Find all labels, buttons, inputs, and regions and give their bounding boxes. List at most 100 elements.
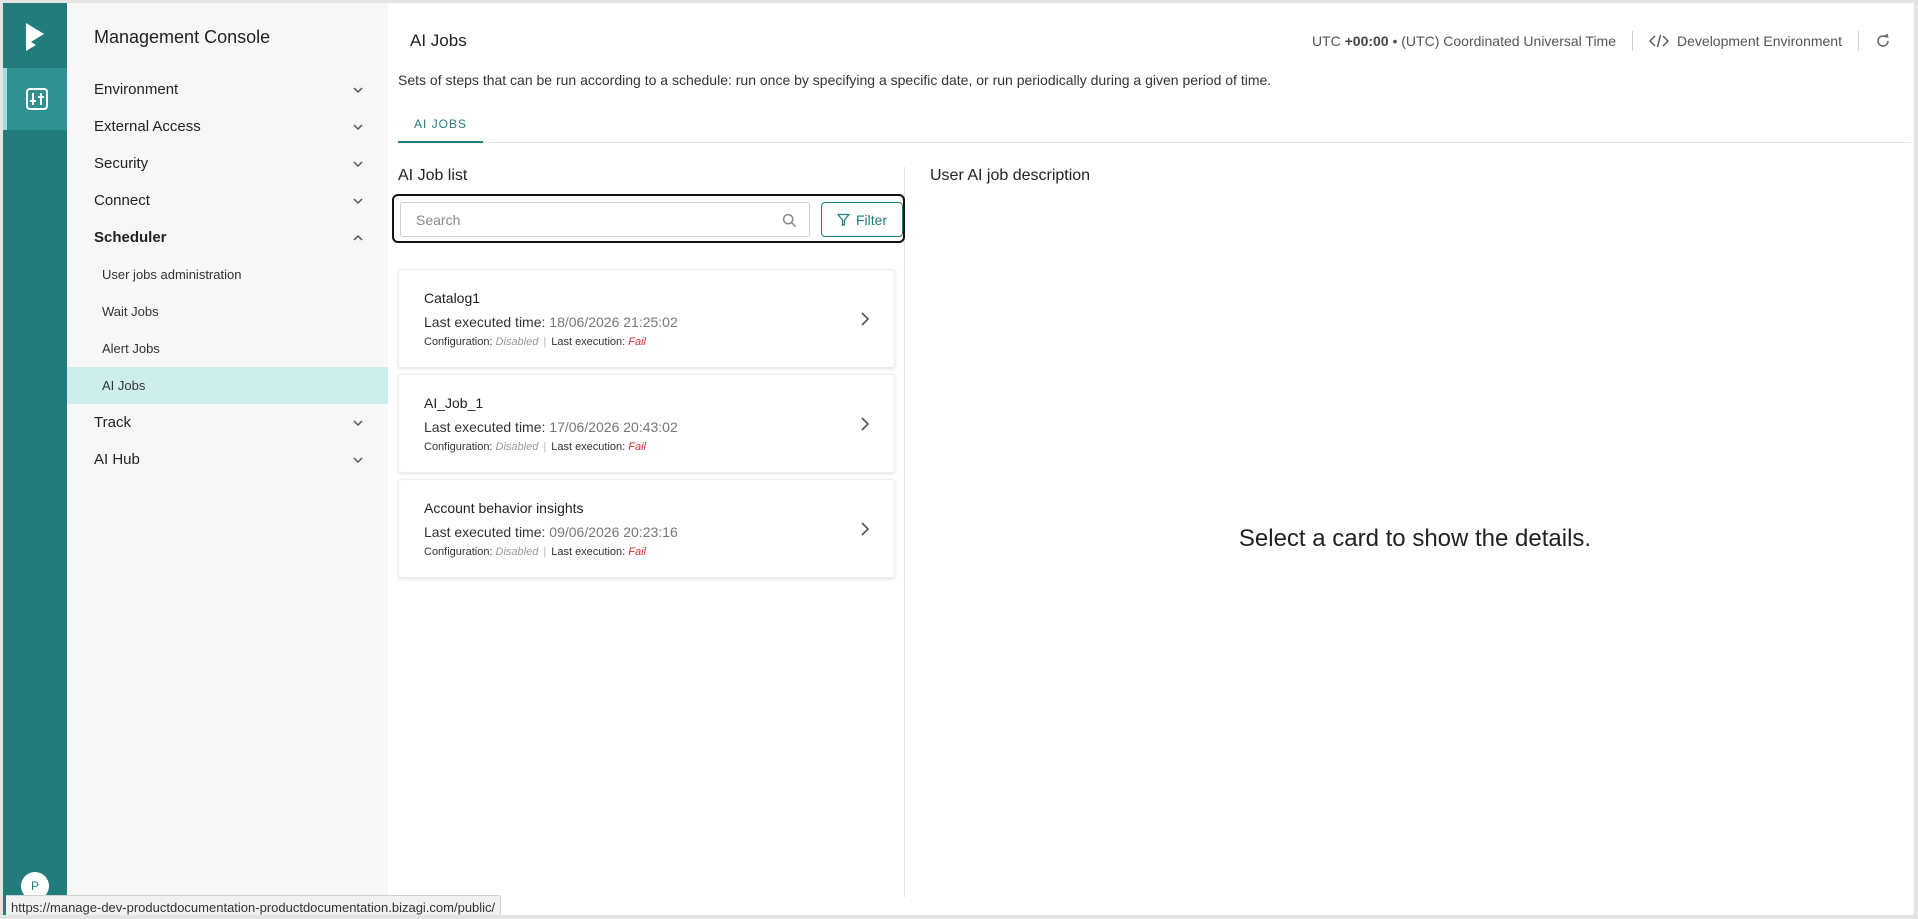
sidebar-nav: Environment External Access Security Con… bbox=[67, 71, 388, 478]
sidebar-subitem-label: User jobs administration bbox=[102, 267, 242, 282]
sidebar-item-label: Security bbox=[94, 155, 149, 172]
management-console-rail-button[interactable] bbox=[3, 68, 67, 130]
job-card-title: AI_Job_1 bbox=[424, 395, 484, 411]
filter-button[interactable]: Filter bbox=[821, 202, 903, 237]
sidebar-item-label: Track bbox=[94, 414, 131, 431]
search-input[interactable] bbox=[401, 203, 761, 236]
tab-ai-jobs[interactable]: AI JOBS bbox=[398, 109, 484, 143]
job-card-title: Account behavior insights bbox=[424, 500, 584, 516]
chevron-right-icon bbox=[861, 522, 870, 536]
job-list-panel: AI Job list Filter bbox=[388, 167, 905, 897]
chevron-down-icon bbox=[353, 197, 363, 204]
exec-label: Last execution: bbox=[551, 336, 629, 348]
sidebar-item-ai-hub[interactable]: AI Hub bbox=[67, 441, 388, 478]
time-value: 18/06/2026 21:25:02 bbox=[549, 314, 678, 330]
chevron-down-icon bbox=[353, 419, 363, 426]
divider bbox=[1632, 31, 1634, 51]
filter-label: Filter bbox=[855, 211, 888, 228]
sidebar-subitem-user-jobs-administration[interactable]: User jobs administration bbox=[67, 256, 388, 293]
sidebar-item-connect[interactable]: Connect bbox=[67, 182, 388, 219]
sidebar-item-label: Scheduler bbox=[94, 229, 167, 246]
config-value: Disabled bbox=[495, 546, 539, 558]
sidebar-item-environment[interactable]: Environment bbox=[67, 71, 388, 108]
filter-icon bbox=[837, 213, 850, 226]
sidebar-subitem-wait-jobs[interactable]: Wait Jobs bbox=[67, 293, 388, 330]
sidebar: Management Console Environment External … bbox=[67, 3, 388, 915]
job-card-meta: Configuration: Disabled | Last execution: … bbox=[424, 336, 646, 348]
time-value: 09/06/2026 20:23:16 bbox=[549, 524, 678, 540]
job-card[interactable]: Account behavior insights Last executed … bbox=[398, 479, 895, 578]
chevron-right-icon bbox=[861, 312, 870, 326]
exec-value: Fail bbox=[628, 441, 647, 453]
job-card[interactable]: AI_Job_1 Last executed time: 17/06/2026 … bbox=[398, 374, 895, 473]
sidebar-item-label: External Access bbox=[94, 118, 201, 135]
panel-divider bbox=[904, 167, 905, 897]
meta-separator: | bbox=[543, 336, 547, 348]
config-value: Disabled bbox=[495, 441, 539, 453]
job-card-meta: Configuration: Disabled | Last execution: … bbox=[424, 441, 646, 453]
chevron-up-icon bbox=[353, 234, 363, 241]
chevron-down-icon bbox=[353, 86, 363, 93]
environment-label: Development Environment bbox=[1677, 33, 1842, 49]
job-cards: Catalog1 Last executed time: 18/06/2026 … bbox=[398, 269, 895, 584]
sidebar-subitem-label: Wait Jobs bbox=[102, 304, 159, 319]
meta-separator: | bbox=[543, 546, 547, 558]
exec-value: Fail bbox=[628, 546, 647, 558]
timezone-prefix: UTC bbox=[1311, 33, 1345, 49]
divider bbox=[1858, 31, 1859, 51]
job-card-time: Last executed time: 09/06/2026 20:23:16 bbox=[424, 524, 678, 540]
timezone-offset: +00:00 bbox=[1344, 33, 1389, 49]
sidebar-subitem-label: AI Jobs bbox=[102, 378, 146, 393]
sidebar-item-security[interactable]: Security bbox=[67, 145, 388, 182]
chevron-right-icon bbox=[861, 417, 870, 431]
sidebar-subitem-alert-jobs[interactable]: Alert Jobs bbox=[67, 330, 388, 367]
time-label: Last executed time: bbox=[424, 524, 550, 540]
detail-title: User AI job description bbox=[930, 167, 1091, 184]
time-label: Last executed time: bbox=[424, 314, 550, 330]
sidebar-subitem-label: Alert Jobs bbox=[102, 341, 160, 356]
config-label: Configuration: bbox=[424, 336, 496, 348]
timezone-name: • (UTC) Coordinated Universal Time bbox=[1388, 33, 1617, 49]
search-box bbox=[400, 202, 810, 237]
sidebar-item-external-access[interactable]: External Access bbox=[67, 108, 388, 145]
job-list-title: AI Job list bbox=[398, 167, 468, 184]
job-card-meta: Configuration: Disabled | Last execution: … bbox=[424, 546, 646, 558]
time-value: 17/06/2026 20:43:02 bbox=[549, 419, 678, 435]
sidebar-item-label: AI Hub bbox=[94, 451, 140, 468]
job-card[interactable]: Catalog1 Last executed time: 18/06/2026 … bbox=[398, 269, 895, 368]
search-icon[interactable] bbox=[782, 213, 797, 228]
job-card-title: Catalog1 bbox=[424, 290, 481, 306]
sidebar-title: Management Console bbox=[94, 27, 271, 47]
config-label: Configuration: bbox=[424, 441, 496, 453]
sidebar-item-track[interactable]: Track bbox=[67, 404, 388, 441]
sliders-icon bbox=[26, 88, 48, 110]
chevron-down-icon bbox=[353, 456, 363, 463]
page-description: Sets of steps that can be run according … bbox=[398, 72, 1272, 88]
meta-separator: | bbox=[543, 441, 547, 453]
app-window: P Management Console Environment Externa… bbox=[0, 0, 1918, 919]
job-detail-panel: User AI job description Select a card to… bbox=[930, 167, 1900, 897]
config-label: Configuration: bbox=[424, 546, 496, 558]
page-title: AI Jobs bbox=[410, 31, 467, 50]
refresh-icon[interactable] bbox=[1875, 33, 1891, 49]
sidebar-item-label: Environment bbox=[94, 81, 179, 98]
search-toolbar: Filter bbox=[392, 194, 905, 243]
main-content: AI Jobs UTC +00:00 • (UTC) Coordinated U… bbox=[388, 3, 1914, 915]
config-value: Disabled bbox=[495, 336, 539, 348]
chevron-down-icon bbox=[353, 123, 363, 130]
empty-state-message: Select a card to show the details. bbox=[1238, 525, 1592, 552]
brand-logo-icon[interactable] bbox=[23, 21, 47, 51]
status-bar-url: https://manage-dev-productdocumentation-… bbox=[6, 895, 502, 915]
sidebar-subitem-ai-jobs[interactable]: AI Jobs bbox=[67, 367, 388, 404]
exec-value: Fail bbox=[628, 336, 647, 348]
exec-label: Last execution: bbox=[551, 441, 629, 453]
job-card-time: Last executed time: 18/06/2026 21:25:02 bbox=[424, 314, 678, 330]
chevron-down-icon bbox=[353, 160, 363, 167]
code-icon bbox=[1649, 34, 1670, 48]
tab-bar: AI JOBS bbox=[398, 109, 1911, 143]
sidebar-item-scheduler[interactable]: Scheduler bbox=[67, 219, 388, 256]
job-card-time: Last executed time: 17/06/2026 20:43:02 bbox=[424, 419, 678, 435]
sidebar-item-label: Connect bbox=[94, 192, 150, 209]
environment-selector[interactable]: Development Environment bbox=[1649, 33, 1842, 49]
timezone-info: UTC +00:00 • (UTC) Coordinated Universal… bbox=[1312, 33, 1616, 49]
